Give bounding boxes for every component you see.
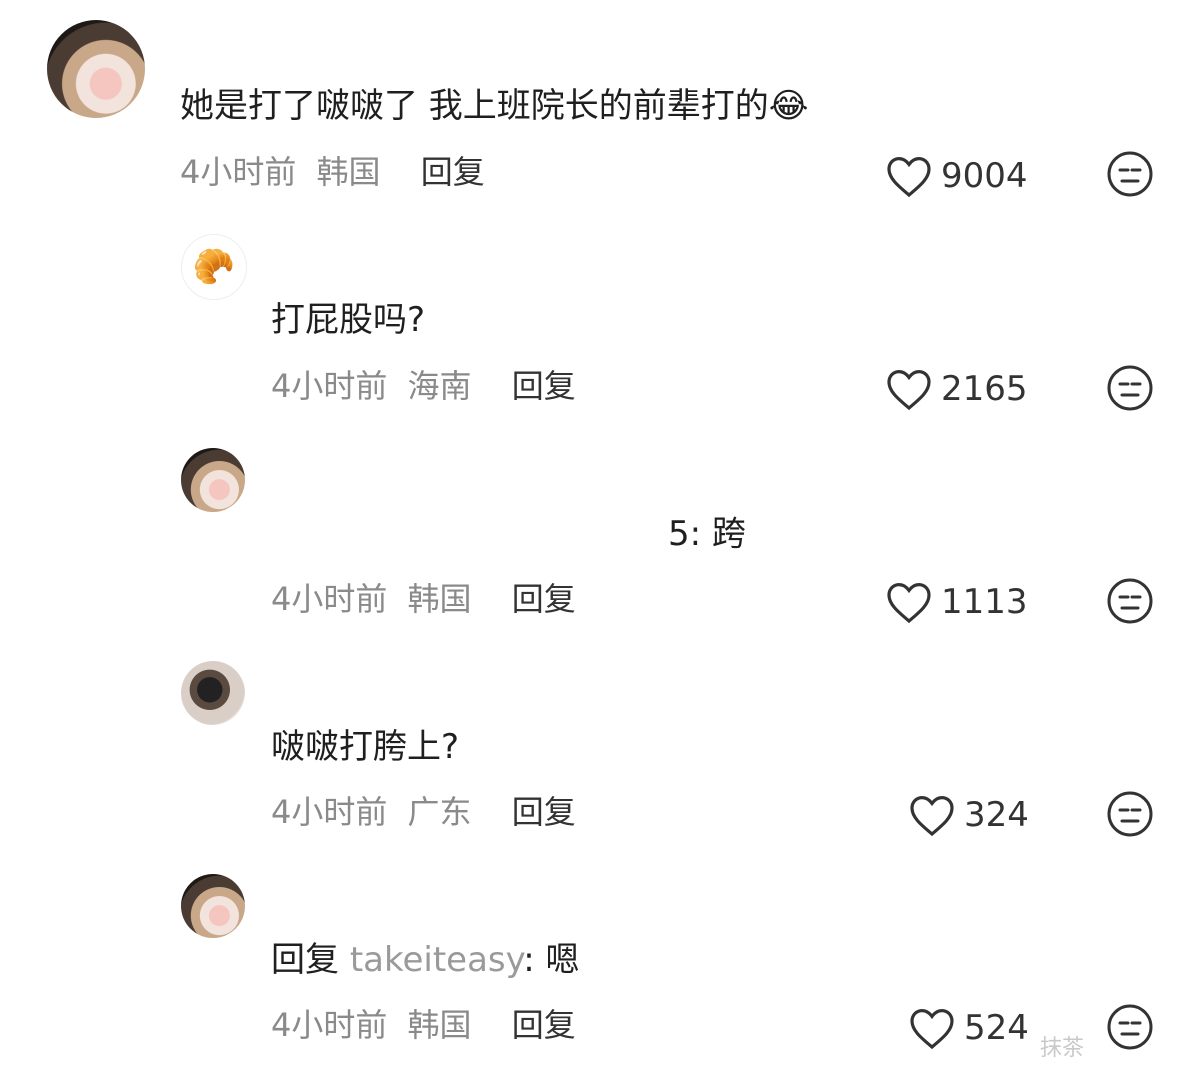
comment-time: 4小时前 bbox=[271, 367, 388, 405]
reply-button[interactable]: 回复 bbox=[512, 367, 576, 405]
like-count: 524 bbox=[964, 1008, 1029, 1048]
user-avatar[interactable] bbox=[181, 661, 245, 725]
heart-outline-icon bbox=[910, 1008, 954, 1050]
dislike-face-icon[interactable] bbox=[1106, 150, 1154, 198]
comment-meta: 4小时前 韩国 回复 bbox=[271, 579, 576, 619]
watermark: 抹茶 bbox=[1040, 1036, 1085, 1061]
dislike-face-icon[interactable] bbox=[1106, 1003, 1154, 1051]
like-count: 1113 bbox=[941, 582, 1028, 622]
comment-region: 韩国 bbox=[407, 580, 472, 618]
like-count: 324 bbox=[964, 795, 1029, 835]
heart-outline-icon bbox=[887, 156, 931, 198]
user-avatar[interactable] bbox=[47, 20, 145, 118]
reply-button[interactable]: 回复 bbox=[512, 580, 576, 618]
comment-meta: 4小时前 韩国 回复 bbox=[180, 152, 485, 192]
comment-text: 啵啵打胯上? bbox=[271, 727, 460, 767]
croissant-avatar[interactable]: 🥐 bbox=[181, 234, 247, 300]
comment-text: 打屁股吗? bbox=[271, 300, 426, 340]
comment-text: 她是打了啵啵了 我上班院长的前辈打的😂 bbox=[180, 86, 809, 126]
comment-time: 4小时前 bbox=[271, 1006, 388, 1044]
heart-outline-icon bbox=[887, 369, 931, 411]
comment-meta: 4小时前 海南 回复 bbox=[271, 366, 576, 406]
comment-time: 4小时前 bbox=[271, 580, 388, 618]
heart-outline-icon bbox=[887, 582, 931, 624]
comment-text: 5: 跨 bbox=[668, 514, 746, 554]
like-button[interactable]: 1113 bbox=[885, 580, 1028, 624]
comment-meta: 4小时前 广东 回复 bbox=[271, 792, 576, 832]
dislike-face-icon[interactable] bbox=[1106, 577, 1154, 625]
dislike-face-icon[interactable] bbox=[1106, 364, 1154, 412]
like-button[interactable]: 2165 bbox=[885, 367, 1028, 411]
reply-button[interactable]: 回复 bbox=[421, 153, 485, 191]
comment-time: 4小时前 bbox=[271, 793, 388, 831]
comment-region: 韩国 bbox=[316, 153, 381, 191]
heart-outline-icon bbox=[910, 795, 954, 837]
like-count: 2165 bbox=[941, 369, 1028, 409]
like-button[interactable]: 524 bbox=[908, 1006, 1029, 1050]
like-button[interactable]: 9004 bbox=[885, 154, 1028, 198]
reply-target-user[interactable]: takeiteasy bbox=[350, 940, 523, 980]
comment-text: 回复 takeiteasy: 嗯 bbox=[271, 940, 580, 980]
comment-meta: 4小时前 韩国 回复 bbox=[271, 1005, 576, 1045]
comment-region: 广东 bbox=[407, 793, 472, 831]
like-button[interactable]: 324 bbox=[908, 793, 1029, 837]
like-count: 9004 bbox=[941, 156, 1028, 196]
reply-prefix: 回复 bbox=[271, 940, 339, 980]
dislike-face-icon[interactable] bbox=[1106, 790, 1154, 838]
reply-button[interactable]: 回复 bbox=[512, 793, 576, 831]
user-avatar[interactable] bbox=[181, 448, 245, 512]
user-avatar[interactable] bbox=[181, 874, 245, 938]
reply-button[interactable]: 回复 bbox=[512, 1006, 576, 1044]
comment-region: 海南 bbox=[407, 367, 472, 405]
reply-body: : 嗯 bbox=[523, 940, 580, 980]
comment-time: 4小时前 bbox=[180, 153, 297, 191]
comment-region: 韩国 bbox=[407, 1006, 472, 1044]
